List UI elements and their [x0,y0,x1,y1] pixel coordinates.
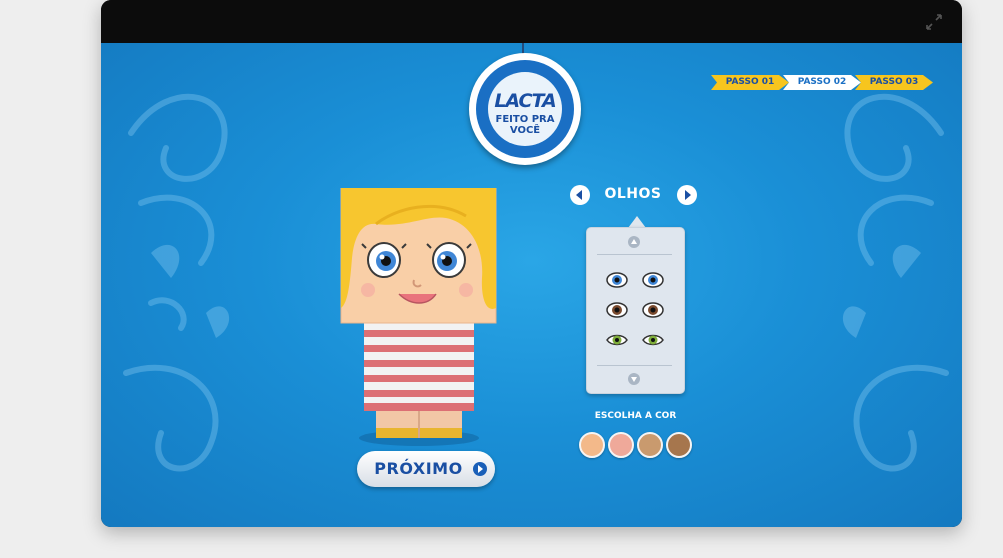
arrow-right-icon [685,190,691,200]
fullscreen-icon[interactable] [926,14,942,30]
eye-option-green-right[interactable] [642,332,664,348]
step-3[interactable]: PASSO 03 [855,75,933,90]
eye-option-blue-left[interactable] [606,272,628,288]
logo-tagline: FEITO PRA VOCÊ [488,114,562,136]
step-2-label: PASSO 02 [797,77,847,87]
step-1[interactable]: PASSO 01 [711,75,789,90]
scroll-down-button[interactable] [628,373,640,385]
arrow-left-icon [576,190,582,200]
eye-option-brown-right[interactable] [642,302,664,318]
logo-tagline-line2: VOCÊ [509,125,541,136]
chevron-down-icon [631,377,637,382]
step-2[interactable]: PASSO 02 [783,75,861,90]
color-picker-label: ESCOLHA A COR [594,411,677,421]
arrow-right-icon [473,462,487,476]
options-panel [586,227,685,394]
step-3-label: PASSO 03 [869,77,919,87]
logo-brand-text: LACTA [494,90,556,112]
game-stage: LACTA FEITO PRA VOCÊ PASSO 01 PASSO 02 P… [101,43,962,527]
window-titlebar [101,0,962,43]
chevron-up-icon [631,239,637,244]
decorative-swirl-right [842,93,949,472]
color-swatch-4[interactable] [666,432,692,458]
next-button[interactable]: PRÓXIMO [357,451,495,487]
eye-option-blue-right[interactable] [642,272,664,288]
step-1-label: PASSO 01 [725,77,775,87]
prev-category-button[interactable] [570,185,590,205]
eye-option-green-left[interactable] [606,332,628,348]
logo-tagline-line1: FEITO PRA [495,114,555,125]
color-swatch-3[interactable] [637,432,663,458]
category-title: OLHOS [604,186,662,202]
next-button-label: PRÓXIMO [374,459,463,478]
color-swatch-2[interactable] [608,432,634,458]
character-preview [340,188,497,446]
decorative-swirl-left [123,93,230,472]
next-category-button[interactable] [677,185,697,205]
lacta-logo: LACTA FEITO PRA VOCÊ [469,53,581,165]
panel-divider-bottom [597,365,672,366]
panel-divider-top [597,254,672,255]
scroll-up-button[interactable] [628,236,640,248]
app-window: LACTA FEITO PRA VOCÊ PASSO 01 PASSO 02 P… [101,0,962,527]
color-swatch-1[interactable] [579,432,605,458]
eye-option-brown-left[interactable] [606,302,628,318]
